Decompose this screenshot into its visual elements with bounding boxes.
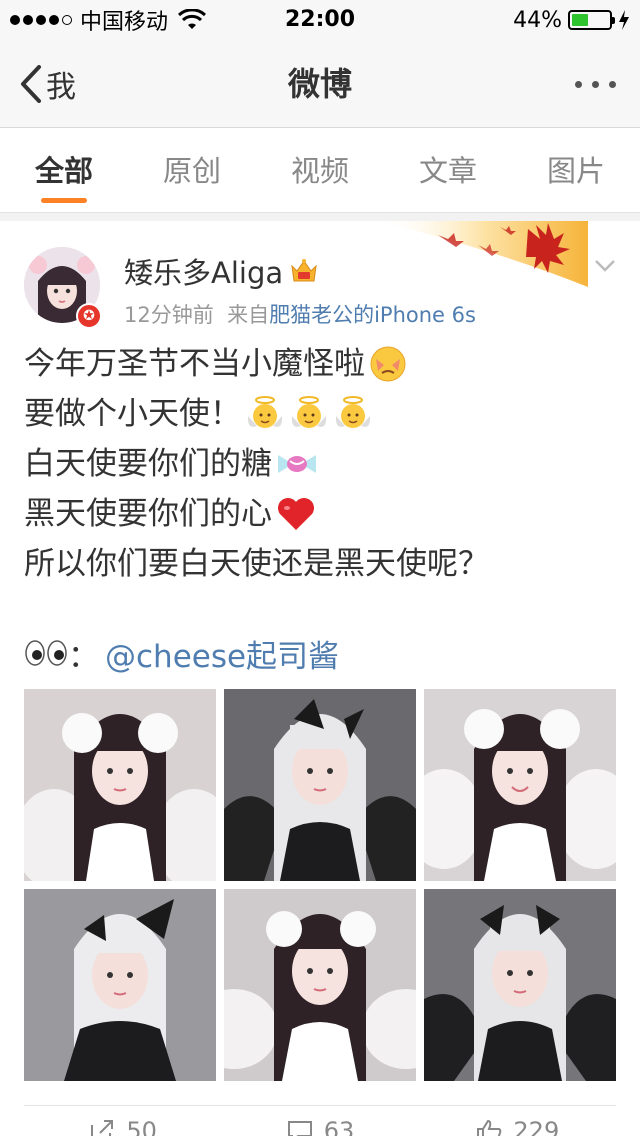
angel-emoji-icon: [247, 396, 283, 428]
verified-badge-icon: ✪: [76, 303, 102, 329]
like-button[interactable]: 229: [419, 1106, 616, 1136]
thumbs-up-icon: [477, 1119, 502, 1136]
tab-all[interactable]: 全部: [0, 129, 128, 212]
chevron-down-icon[interactable]: [594, 259, 616, 273]
post-body: 今年万圣节不当小魔怪啦 要做个小天使！ 白天使要你们的糖 黑天使要你们的心 所以…: [24, 339, 616, 589]
battery-percent: 44%: [513, 7, 562, 33]
photo-thumbnail[interactable]: [224, 689, 416, 881]
filter-tabs: 全部 原创 视频 文章 图片: [0, 129, 640, 213]
comment-count: 63: [323, 1116, 355, 1136]
more-dot-icon: [609, 80, 616, 88]
back-label: 我: [46, 70, 76, 105]
mention-separator: ：: [68, 638, 99, 675]
status-right: 44%: [513, 0, 630, 40]
username: 矮乐多Aliga: [124, 256, 284, 290]
source-prefix: 来自: [227, 303, 270, 327]
mention-line: ： @cheese起司酱: [24, 628, 339, 678]
status-left: 中国移动: [10, 0, 207, 40]
post-line: 所以你们要白天使还是黑天使呢？: [24, 546, 489, 582]
post-line: 白天使要你们的糖: [24, 439, 616, 489]
like-count: 229: [513, 1116, 560, 1136]
section-divider: [0, 213, 640, 221]
signal-strength-icon: [10, 15, 72, 25]
back-button[interactable]: 我: [20, 40, 76, 128]
post-source-link[interactable]: 肥猫老公的iPhone 6s: [269, 303, 476, 327]
page-title: 微博: [287, 65, 352, 103]
tab-article[interactable]: 文章: [384, 129, 512, 212]
repost-icon: [91, 1119, 114, 1136]
tab-video[interactable]: 视频: [256, 129, 384, 212]
heart-emoji-icon: [278, 498, 314, 530]
post-line: 今年万圣节不当小魔怪啦: [24, 339, 616, 389]
status-bar: 中国移动 22:00 44%: [0, 0, 640, 40]
chevron-left-icon: [21, 65, 41, 103]
comment-button[interactable]: 63: [221, 1106, 418, 1136]
carrier-label: 中国移动: [80, 10, 169, 35]
repost-button[interactable]: 50: [24, 1106, 221, 1136]
post-card: ✪ 矮乐多Aliga 12分钟前 来自肥猫老公的iPhone 6s 今年万圣节不…: [0, 221, 640, 1136]
wifi-icon: [178, 9, 207, 29]
more-options-button[interactable]: [575, 40, 616, 128]
tab-photos[interactable]: 图片: [512, 129, 640, 212]
charging-icon: [619, 10, 629, 30]
angel-emoji-icon: [335, 396, 371, 428]
photo-thumbnail[interactable]: [24, 689, 216, 881]
photo-grid: [24, 689, 616, 1081]
photo-thumbnail[interactable]: [424, 689, 616, 881]
post-time: 12分钟前: [124, 303, 214, 327]
post-author[interactable]: 矮乐多Aliga: [124, 251, 319, 291]
shy-face-emoji-icon: [370, 346, 406, 382]
tab-original[interactable]: 原创: [128, 129, 256, 212]
angel-emoji-icon: [291, 396, 327, 428]
photo-thumbnail[interactable]: [224, 889, 416, 1081]
battery-icon: [568, 10, 615, 30]
more-dot-icon: [575, 80, 582, 88]
vip-crown-icon: [291, 259, 317, 282]
navigation-bar: 我 微博: [0, 40, 640, 128]
eyes-emoji-icon: [25, 640, 67, 666]
comment-icon: [287, 1120, 312, 1136]
candy-emoji-icon: [278, 455, 316, 473]
post-line: 要做个小天使！: [24, 389, 616, 439]
repost-count: 50: [126, 1116, 157, 1136]
mention-link[interactable]: @cheese起司酱: [105, 631, 339, 676]
post-actions: 50 63 229: [24, 1105, 616, 1136]
halloween-card-decoration: [378, 221, 588, 287]
photo-thumbnail[interactable]: [424, 889, 616, 1081]
post-meta: 12分钟前 来自肥猫老公的iPhone 6s: [124, 299, 476, 329]
post-line: 黑天使要你们的心: [24, 489, 616, 539]
more-dot-icon: [592, 80, 599, 88]
photo-thumbnail[interactable]: [24, 889, 216, 1081]
